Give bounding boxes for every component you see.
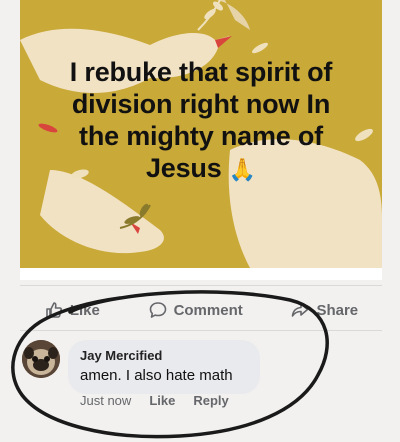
share-button[interactable]: Share: [290, 300, 358, 320]
share-arrow-icon: [292, 303, 309, 317]
comment-label: Comment: [173, 301, 243, 319]
post-text: I rebuke that spirit of division right n…: [20, 56, 382, 186]
post-text-line: division right now In: [71, 89, 331, 119]
comment-meta: Just now Like Reply: [80, 393, 229, 408]
praying-hands-icon: 🙏: [228, 157, 257, 182]
comment-timestamp: Just now: [80, 393, 132, 408]
share-label: Share: [316, 301, 359, 319]
thumbs-up-icon: [46, 302, 62, 318]
comment-reply-link[interactable]: Reply: [193, 393, 228, 408]
comment-button[interactable]: Comment: [148, 300, 243, 320]
avatar[interactable]: [22, 340, 60, 378]
post-text-line: I rebuke that spirit of: [69, 57, 333, 87]
like-button[interactable]: Like: [44, 300, 100, 320]
divider: [20, 285, 382, 286]
post-text-line: the mighty name of: [79, 121, 323, 151]
comment-bubble-icon: [149, 302, 166, 318]
comment-bubble: Jay Mercified amen. I also hate math: [68, 340, 260, 394]
post-image: I rebuke that spirit of division right n…: [20, 0, 382, 268]
like-label: Like: [69, 301, 100, 319]
comment-text: amen. I also hate math: [80, 367, 233, 384]
comment-author[interactable]: Jay Mercified: [80, 348, 162, 363]
post-text-line: Jesus 🙏: [20, 152, 382, 186]
comment-like-link[interactable]: Like: [149, 393, 175, 408]
divider: [20, 330, 382, 331]
post-actions: Like Comment Share: [20, 292, 382, 328]
post-text-word: Jesus: [145, 153, 222, 183]
pug-avatar-image: [22, 340, 60, 378]
